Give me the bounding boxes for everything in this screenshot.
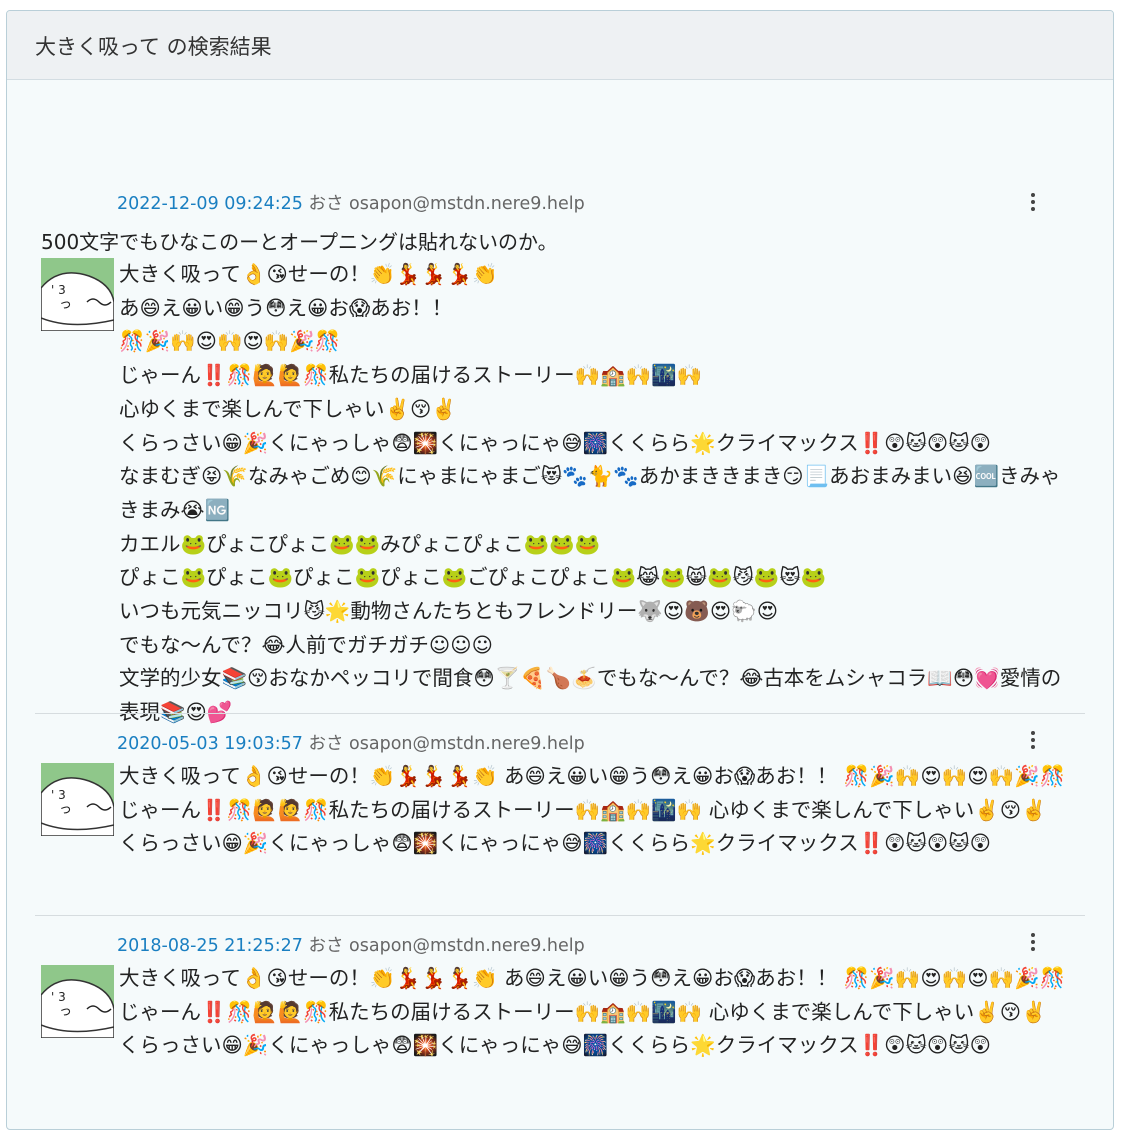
- post-body: 大きく吸って👌😘せーの！👏💃💃💃👏 あ😄え😀い😁う😳え😀お😱あお！！ 🎊🎉🙌😍🙌…: [119, 966, 1072, 1058]
- avatar[interactable]: ' 3 っ: [41, 965, 114, 1038]
- post-author-name: おさ: [308, 734, 344, 754]
- svg-text:' 3: ' 3: [51, 788, 66, 802]
- seal-avatar-icon: ' 3 っ: [41, 965, 114, 1038]
- post-date-link[interactable]: 2020-05-03 19:03:57: [117, 734, 303, 754]
- post-body: 大きく吸って👌😘せーの！👏💃💃💃👏 あ😄え😀い😁う😳え😀お😱あお！！ 🎊🎉🙌😍🙌…: [119, 764, 1072, 856]
- post-author-name: おさ: [308, 936, 344, 956]
- post-date-link[interactable]: 2022-12-09 09:24:25: [117, 194, 303, 214]
- svg-text:っ: っ: [59, 1004, 72, 1019]
- post: 2018-08-25 21:25:27 おさ osapon@mstdn.nere…: [35, 915, 1085, 1129]
- svg-text:' 3: ' 3: [51, 990, 66, 1004]
- seal-avatar-icon: ' 3 っ: [41, 763, 114, 836]
- post-meta: 2022-12-09 09:24:25 おさ osapon@mstdn.nere…: [117, 190, 585, 215]
- svg-text:っ: っ: [59, 802, 72, 817]
- post-author-account: osapon@mstdn.nere9.help: [349, 734, 585, 754]
- svg-text:っ: っ: [59, 297, 72, 312]
- post-meta: 2018-08-25 21:25:27 おさ osapon@mstdn.nere…: [117, 932, 585, 957]
- more-options-icon[interactable]: [1030, 731, 1035, 749]
- post-meta: 2020-05-03 19:03:57 おさ osapon@mstdn.nere…: [117, 730, 585, 755]
- seal-avatar-icon: ' 3 っ: [41, 258, 114, 331]
- avatar[interactable]: ' 3 っ: [41, 763, 114, 836]
- post-author-name: おさ: [308, 194, 344, 214]
- more-options-icon[interactable]: [1030, 933, 1035, 951]
- svg-text:' 3: ' 3: [51, 283, 66, 297]
- post-date-link[interactable]: 2018-08-25 21:25:27: [117, 936, 303, 956]
- post-author-account: osapon@mstdn.nere9.help: [349, 936, 585, 956]
- search-results-card: 大きく吸って の検索結果 2022-12-09 09:24:25 おさ osap…: [6, 10, 1114, 1130]
- search-results-title: 大きく吸って の検索結果: [7, 11, 1113, 80]
- avatar[interactable]: ' 3 っ: [41, 258, 114, 331]
- post-preface: 500文字でもひなこのーとオープニングは貼れないのか。: [41, 230, 558, 254]
- more-options-icon[interactable]: [1030, 193, 1035, 211]
- post-body: 大きく吸って👌😘せーの！👏💃💃💃👏 あ😄え😀い😁う😳え😀お😱あお！！ 🎊🎉🙌😍🙌…: [119, 262, 1062, 725]
- post: 2022-12-09 09:24:25 おさ osapon@mstdn.nere…: [35, 80, 1085, 724]
- post-author-account: osapon@mstdn.nere9.help: [349, 194, 585, 214]
- post: 2020-05-03 19:03:57 おさ osapon@mstdn.nere…: [35, 713, 1085, 915]
